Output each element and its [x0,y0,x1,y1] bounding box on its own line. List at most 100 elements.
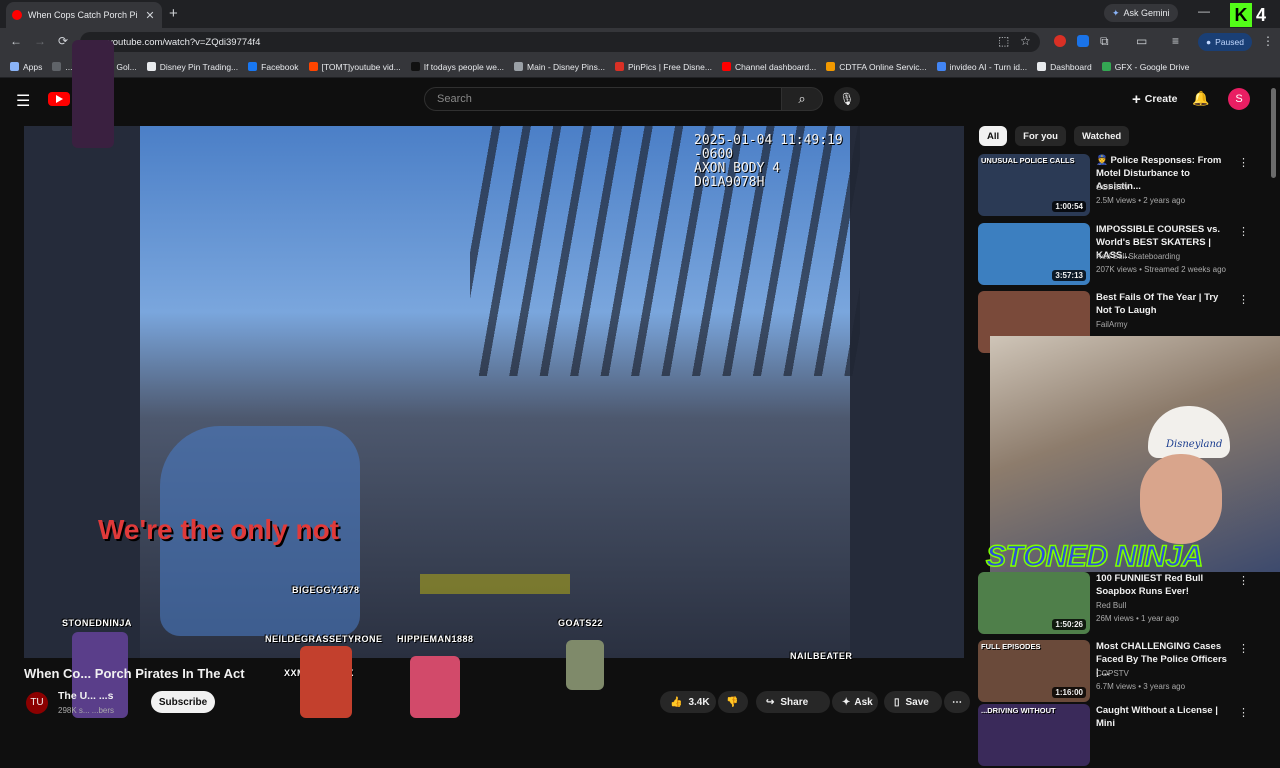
bookmark-item[interactable]: Facebook [248,62,299,72]
create-button[interactable]: + Create [1122,88,1187,110]
save-button[interactable]: ▯ Save [884,691,942,713]
bookmark-star-icon[interactable]: ☆ [1020,34,1031,48]
recommendation-channel[interactable]: FailArmy [1096,319,1128,331]
video-blur-left [24,126,140,658]
bookmark-item[interactable]: invideo AI - Turn id... [936,62,1027,72]
video-duration: 1:50:26 [1052,619,1086,630]
ask-gemini-button[interactable]: ✦ Ask Gemini [1104,4,1178,22]
more-vertical-icon[interactable]: ⋮ [1238,293,1249,306]
browser-tab-active[interactable]: When Cops Catch Porch Pi ✕ [6,2,162,28]
recommendation-item[interactable]: UNUSUAL POLICE CALLS 1:00:54 👮 Police Resp… [978,154,1249,218]
knuckles-avatar-sprite [410,656,460,718]
recommendation-title[interactable]: Best Fails Of The Year | Try Not To Laug… [1096,291,1232,317]
reload-icon[interactable]: ⟳ [58,34,68,48]
timestamp-line-2: AXON BODY 4 D01A9078H [694,161,781,190]
filter-chip[interactable]: Watched [1073,126,1130,146]
recommendation-channel[interactable]: Red Bull Skateboarding [1096,251,1180,263]
extension-blue-icon[interactable] [1077,35,1089,47]
bookmark-item[interactable]: Main - Disney Pins... [514,62,605,72]
bookmark-label: CDTFA Online Servic... [839,61,927,72]
thumbs-down-icon: 👎 [726,696,739,708]
side-panel-icon[interactable]: ▭ [1136,34,1147,48]
recommendation-channel[interactable]: Red Bull [1096,600,1126,612]
notifications-bell-icon[interactable]: 🔔 [1192,90,1209,107]
install-app-icon[interactable]: ⬚ [998,34,1009,48]
voice-search-button[interactable]: 🎙 [834,87,860,111]
kick-logo-icon: K [1230,3,1252,27]
close-tab-icon[interactable]: ✕ [144,9,156,22]
forward-arrow-icon[interactable]: → [34,34,46,48]
recommendation-item[interactable]: 3:57:13 IMPOSSIBLE COURSES vs. World's BE… [978,223,1249,287]
recommendation-title[interactable]: 100 FUNNIEST Red Bull Soapbox Runs Ever! [1096,572,1232,598]
recommendation-thumbnail[interactable]: 3:57:13 [978,223,1090,285]
search-button[interactable]: ⌕ [781,87,823,111]
page-scrollbar[interactable] [1270,82,1278,720]
more-vertical-icon[interactable]: ⋮ [1238,156,1249,169]
recommendation-channel[interactable]: COPSTV [1096,182,1129,194]
recommendation-thumbnail[interactable]: UNUSUAL POLICE CALLS 1:00:54 [978,154,1090,216]
bookmark-item[interactable]: Disney Pin Trading... [146,62,238,72]
chatter-name: NEILDEGRASSETYRONE [265,634,383,644]
share-arrow-icon: ↪ [766,696,775,708]
bookmark-item[interactable]: PinPics | Free Disne... [615,62,712,72]
recommendation-title[interactable]: Caught Without a License | Mini [1096,704,1232,730]
microphone-icon: 🎙 [839,92,855,106]
bookmark-item[interactable]: Channel dashboard... [721,62,816,72]
browser-toolbar: ← → ⟳ youtube.com/watch?v=ZQdi39774f4 ⬚ … [0,28,1280,56]
more-vertical-icon[interactable]: ⋮ [1238,706,1249,719]
profile-paused-button[interactable]: ● Paused [1198,33,1252,51]
more-vertical-icon[interactable]: ⋮ [1238,642,1249,655]
share-button[interactable]: ↪ Share [756,691,830,713]
ask-gemini-label: Ask Gemini [1123,8,1170,18]
ask-button[interactable]: ✦ Ask [832,691,878,713]
chatter-name: HIPPIEMAN1888 [397,634,474,644]
recommendation-item[interactable]: 1:50:26 100 FUNNIEST Red Bull Soapbox Run… [978,572,1249,636]
chatter-name: STONEDNINJA [62,618,132,628]
bookmark-favicon-icon [410,62,420,71]
address-bar[interactable]: youtube.com/watch?v=ZQdi39774f4 [80,32,1040,52]
extension-red-icon[interactable] [1054,35,1066,47]
streamer-face [1140,454,1222,544]
search-input[interactable]: Search [424,87,782,111]
recommendation-channel[interactable]: COPSTV [1096,668,1129,680]
video-player[interactable]: 2025-01-04 11:49:19 -0600 AXON BODY 4 D0… [24,126,964,658]
subscribe-button[interactable]: Subscribe [151,691,215,713]
recommendation-item[interactable]: ...DRIVING WITHOUT Caught Without a Licen… [978,704,1249,768]
bookmark-item[interactable]: Dashboard [1037,62,1092,72]
channel-avatar[interactable]: TU [26,692,48,714]
bookmark-item[interactable]: Apps [10,62,42,72]
extensions-puzzle-icon[interactable]: ⧉ [1100,34,1109,49]
like-button[interactable]: 👍 3.4K [660,691,716,713]
video-duration: 3:57:13 [1052,270,1086,281]
more-vertical-icon[interactable]: ⋮ [1238,574,1249,587]
recommendation-thumbnail[interactable]: FULL EPISODES 1:16:00 [978,640,1090,702]
media-controls-icon[interactable]: ≡ [1172,34,1179,48]
minimize-icon[interactable]: — [1198,4,1210,18]
bookmark-item[interactable]: [TOMT]youtube vid... [308,62,401,72]
bookmark-label: Dashboard [1050,61,1092,72]
dislike-button[interactable]: 👎 [718,691,748,713]
recommendation-thumbnail[interactable]: ...DRIVING WITHOUT [978,704,1090,766]
account-avatar[interactable]: S [1228,88,1250,110]
like-count: 3.4K [688,696,710,708]
paused-label: Paused [1215,37,1244,47]
scrollbar-thumb[interactable] [1271,88,1276,178]
back-arrow-icon[interactable]: ← [10,34,22,48]
recommendation-thumbnail[interactable]: 1:50:26 [978,572,1090,634]
filter-chip[interactable]: All [979,126,1008,146]
bookmark-item[interactable]: If todays people we... [410,62,504,72]
browser-menu-icon[interactable]: ⋮ [1262,34,1274,48]
bookmark-item[interactable]: GFX - Google Drive [1101,62,1189,72]
mario-avatar-sprite [300,646,352,718]
bookmark-item[interactable]: CDTFA Online Servic... [826,61,927,72]
recommendation-item[interactable]: FULL EPISODES 1:16:00 Most CHALLENGING Cas… [978,640,1249,704]
hamburger-menu-icon[interactable]: ☰ [16,91,30,111]
new-tab-icon[interactable]: + [169,5,178,22]
more-actions-button[interactable]: ⋯ [944,691,970,713]
youtube-logo-icon[interactable] [48,92,70,106]
filter-chip[interactable]: For you [1015,126,1066,146]
more-vertical-icon[interactable]: ⋮ [1238,225,1249,238]
streamer-webcam: Disneyland [990,336,1280,572]
channel-name[interactable]: The U... ...s [58,690,113,702]
caption-highlight [420,574,570,594]
